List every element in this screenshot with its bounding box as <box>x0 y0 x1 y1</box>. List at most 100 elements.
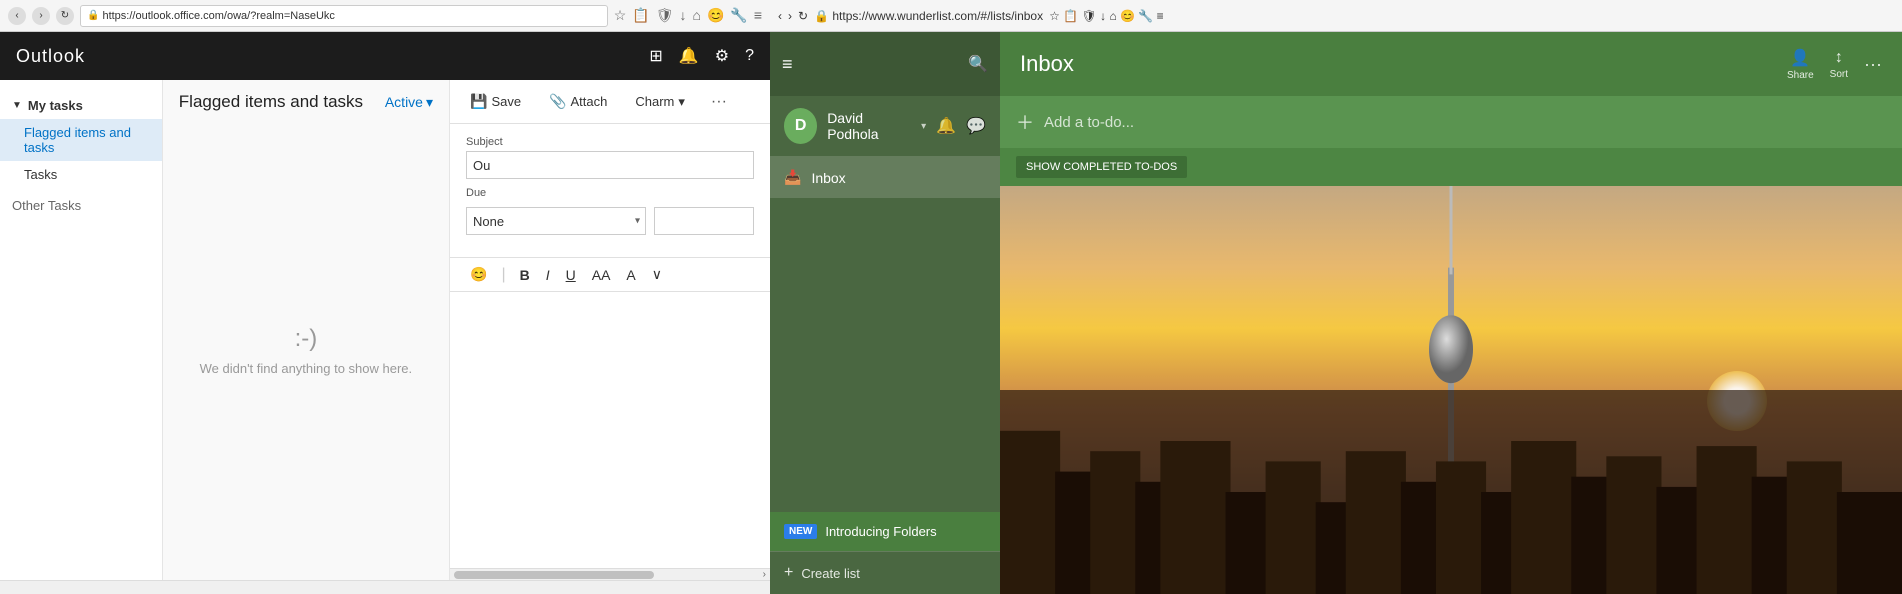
readonly-icon[interactable]: 📋 <box>632 7 649 24</box>
new-badge: NEW <box>784 524 817 539</box>
share-button[interactable]: 👤 Share <box>1787 48 1814 81</box>
notifications-icon[interactable]: 🔔 <box>679 46 699 66</box>
tasks-item-label: Tasks <box>24 167 57 182</box>
empty-state-text: We didn't find anything to show here. <box>200 361 413 376</box>
right-emoji-icon[interactable]: 😊 <box>1120 9 1135 23</box>
right-home-icon[interactable]: ⌂ <box>1109 9 1116 23</box>
underline-button[interactable]: U <box>562 265 580 285</box>
right-download-icon[interactable]: ↓ <box>1100 9 1106 23</box>
home-icon[interactable]: ⌂ <box>692 7 700 24</box>
font-color-button[interactable]: A <box>622 265 639 285</box>
scroll-right-arrow[interactable]: › <box>763 569 766 580</box>
right-browser-bar: ‹ › ↻ 🔒 https://www.wunderlist.com/#/lis… <box>770 0 1902 32</box>
due-select[interactable]: None <box>466 207 646 235</box>
wl-inbox-nav-label: Inbox <box>811 170 845 186</box>
attach-icon: 📎 <box>549 93 566 110</box>
scrollbar-thumb <box>454 571 654 579</box>
right-panel: ‹ › ↻ 🔒 https://www.wunderlist.com/#/lis… <box>770 0 1902 594</box>
bookmark-icon[interactable]: ☆ <box>614 7 627 24</box>
active-filter-button[interactable]: Active ▾ <box>385 94 433 111</box>
avatar-initial: D <box>795 117 807 135</box>
outlook-sidebar: ▼ My tasks Flagged items and tasks Tasks… <box>0 80 163 580</box>
wl-user-section[interactable]: D David Podhola ▾ 🔔 💬 <box>770 96 1000 157</box>
right-bookmark-icon[interactable]: ☆ <box>1049 9 1060 23</box>
sort-icon: ↕ <box>1835 49 1843 67</box>
wl-search-icon[interactable]: 🔍 <box>968 54 988 74</box>
right-browser-toolbar: ☆ 📋 🛡 ↓ ⌂ 😊 🔧 ≡ <box>1049 9 1164 23</box>
apps-icon[interactable]: ⊞ <box>649 46 662 66</box>
charm-chevron-icon: ▾ <box>678 94 685 110</box>
font-size-button[interactable]: AA <box>588 265 615 285</box>
left-bottom-scrollbar <box>0 580 770 594</box>
wl-header: ≡ 🔍 <box>770 32 1000 96</box>
right-shield-icon[interactable]: 🛡 <box>1082 9 1097 23</box>
wl-chat-icon[interactable]: 💬 <box>966 116 986 136</box>
emoji-icon[interactable]: 😊 <box>707 7 724 24</box>
more-icon: ··· <box>711 93 727 111</box>
settings-icon[interactable]: ⚙ <box>715 46 729 66</box>
add-plus-icon: ＋ <box>1016 109 1034 135</box>
more-options-button[interactable]: ··· <box>705 88 733 116</box>
date-input[interactable] <box>654 207 754 235</box>
wl-menu-icon[interactable]: ≡ <box>782 54 793 75</box>
refresh-button[interactable]: ↻ <box>56 7 74 25</box>
username: David Podhola <box>827 110 911 142</box>
right-url-text: https://www.wunderlist.com/#/lists/inbox <box>832 9 1043 23</box>
emoji-button[interactable]: 😊 <box>466 264 491 285</box>
save-button[interactable]: 💾 Save <box>462 89 529 114</box>
task-list-title: Flagged items and tasks <box>179 92 363 112</box>
task-editor-form: Subject Due None ▾ <box>450 124 770 247</box>
right-back-button[interactable]: ‹ <box>778 9 782 23</box>
charm-button[interactable]: Charm ▾ <box>627 90 693 114</box>
introducing-folders-text: Introducing Folders <box>825 524 936 539</box>
forward-button[interactable]: › <box>32 7 50 25</box>
more-button[interactable]: ··· <box>1864 54 1882 75</box>
sidebar-item-tasks[interactable]: Tasks <box>0 161 162 188</box>
filter-chevron-icon: ▾ <box>426 94 433 111</box>
wl-spacer <box>770 198 1000 512</box>
attach-button[interactable]: 📎 Attach <box>541 89 615 114</box>
flagged-item-label: Flagged items and tasks <box>24 125 131 155</box>
italic-button[interactable]: I <box>542 265 554 285</box>
save-label: Save <box>491 94 521 109</box>
right-forward-button[interactable]: › <box>788 9 792 23</box>
right-menu-icon[interactable]: ≡ <box>1157 9 1164 23</box>
wunderlist-sidebar: ≡ 🔍 D David Podhola ▾ 🔔 💬 📥 Inbox <box>770 32 1000 594</box>
my-tasks-section[interactable]: ▼ My tasks <box>0 92 162 119</box>
browser-toolbar-icons: ☆ 📋 🛡 ↓ ⌂ 😊 🔧 ≡ <box>614 7 762 24</box>
horizontal-scrollbar[interactable]: › <box>450 568 770 580</box>
bold-button[interactable]: B <box>516 265 534 285</box>
add-todo-bar[interactable]: ＋ Add a to-do... <box>1000 96 1902 148</box>
show-completed-button[interactable]: SHOW COMPLETED TO-DOS <box>1016 156 1187 178</box>
sort-button[interactable]: ↕ Sort <box>1830 49 1848 80</box>
wl-bell-icon[interactable]: 🔔 <box>936 116 956 136</box>
lock-icon: 🔒 <box>87 10 99 21</box>
create-list-plus-icon: + <box>784 564 793 582</box>
left-url-bar[interactable]: 🔒 https://outlook.office.com/owa/?realm=… <box>80 5 608 27</box>
outlook-main: ▼ My tasks Flagged items and tasks Tasks… <box>0 80 770 580</box>
download-icon[interactable]: ↓ <box>679 7 686 24</box>
subject-input[interactable] <box>466 151 754 179</box>
outlook-header-right: ⊞ 🔔 ⚙ ? <box>649 46 754 66</box>
wl-create-list-button[interactable]: + Create list <box>770 551 1000 594</box>
rich-editor-body[interactable] <box>450 292 770 568</box>
right-readonly-icon[interactable]: 📋 <box>1063 9 1078 23</box>
shield-icon[interactable]: 🛡 <box>656 7 674 24</box>
wl-introducing-banner[interactable]: NEW Introducing Folders <box>770 512 1000 551</box>
wl-inbox-nav-item[interactable]: 📥 Inbox <box>770 157 1000 198</box>
more-formatting-button[interactable]: ∨ <box>648 264 666 285</box>
menu-icon[interactable]: ≡ <box>754 7 762 24</box>
share-label: Share <box>1787 70 1814 81</box>
help-icon[interactable]: ? <box>745 47 754 65</box>
berlin-background <box>1000 186 1902 594</box>
left-url-text: https://outlook.office.com/owa/?realm=Na… <box>102 10 334 22</box>
extensions-icon[interactable]: 🔧 <box>730 7 747 24</box>
other-tasks-section: Other Tasks <box>0 188 162 217</box>
right-url-bar[interactable]: 🔒 https://www.wunderlist.com/#/lists/inb… <box>814 9 1043 23</box>
back-button[interactable]: ‹ <box>8 7 26 25</box>
create-list-label: Create list <box>801 566 860 581</box>
sidebar-item-flagged[interactable]: Flagged items and tasks <box>0 119 162 161</box>
right-refresh-button[interactable]: ↻ <box>798 9 808 23</box>
right-extensions-icon[interactable]: 🔧 <box>1138 9 1153 23</box>
task-list-area: Flagged items and tasks Active ▾ :-) We … <box>163 80 450 580</box>
